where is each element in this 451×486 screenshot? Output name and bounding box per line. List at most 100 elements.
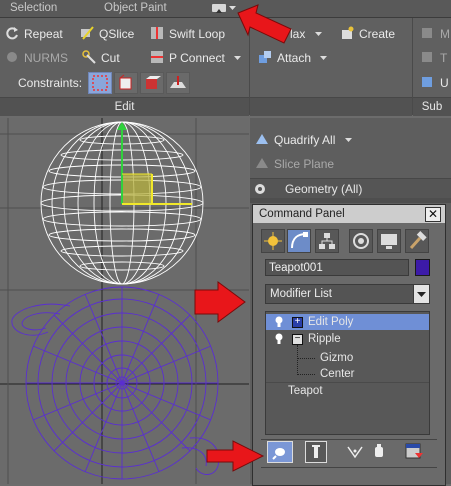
hammer-icon xyxy=(409,231,427,250)
trash-icon xyxy=(375,444,383,457)
lightbulb-icon[interactable] xyxy=(274,333,284,345)
swift-loop-icon xyxy=(151,27,163,39)
swift-loop-button[interactable]: Swift Loop xyxy=(150,24,225,44)
object-color-swatch[interactable] xyxy=(415,259,430,276)
p-connect-icon xyxy=(151,51,163,63)
dropdown-arrow xyxy=(413,285,429,303)
quadrify-icon xyxy=(256,134,268,144)
stack-item-center[interactable]: Center xyxy=(266,366,429,382)
tab-modify[interactable] xyxy=(287,229,311,253)
stack-item-ripple[interactable]: − Ripple xyxy=(266,331,429,347)
cut-label: Cut xyxy=(101,51,120,65)
partial-label-t: T xyxy=(440,51,448,65)
remove-modifier-button[interactable] xyxy=(369,441,389,461)
make-unique-button[interactable] xyxy=(345,441,365,461)
edit-group-label: Edit xyxy=(0,97,249,116)
tab-create[interactable] xyxy=(261,229,285,253)
nurms-label: NURMS xyxy=(24,51,68,65)
partial-button-m[interactable]: M xyxy=(421,24,450,44)
qslice-button[interactable]: QSlice xyxy=(80,24,134,44)
gizmo-label: Gizmo xyxy=(320,352,354,364)
partial-button-u[interactable]: U xyxy=(421,73,449,93)
nurms-icon xyxy=(7,52,17,62)
modifier-list-value: Modifier List xyxy=(270,288,332,300)
teapot-label: Teapot xyxy=(288,385,323,397)
configure-modifier-sets-button[interactable] xyxy=(403,441,425,461)
repeat-icon xyxy=(6,27,18,40)
tab-selection[interactable]: Selection xyxy=(10,2,57,14)
geometry-all-bar[interactable]: Geometry (All) xyxy=(250,178,451,199)
chevron-down-icon xyxy=(234,56,242,60)
ribbon-minimize-button[interactable] xyxy=(212,4,226,13)
repeat-button[interactable]: Repeat xyxy=(5,24,63,44)
ribbon-tab-bar: Selection Object Paint xyxy=(0,0,451,18)
display-icon xyxy=(381,234,397,249)
tab-motion[interactable] xyxy=(349,229,373,253)
tab-hierarchy[interactable] xyxy=(315,229,339,253)
p-connect-button[interactable]: P Connect xyxy=(150,48,242,68)
relax-button[interactable]: lax xyxy=(290,24,323,44)
chevron-up-icon xyxy=(216,9,222,13)
p-connect-label: P Connect xyxy=(169,51,225,65)
command-panel-title: Command Panel xyxy=(259,208,345,220)
pin-icon xyxy=(255,184,265,194)
pin-stack-button[interactable] xyxy=(267,441,293,463)
stack-item-gizmo[interactable]: Gizmo xyxy=(266,350,429,366)
modifier-stack: + Edit Poly − Ripple Gizmo Center Teapot xyxy=(265,311,430,435)
attach-label: Attach xyxy=(277,51,312,65)
perspective-viewport[interactable] xyxy=(0,118,249,484)
geometry-all-label: Geometry (All) xyxy=(285,182,363,196)
tab-display[interactable] xyxy=(377,229,401,253)
close-button[interactable]: ✕ xyxy=(425,207,441,222)
qslice-icon xyxy=(81,26,94,40)
modifier-list-dropdown[interactable]: Modifier List xyxy=(265,284,430,304)
ripple-label: Ripple xyxy=(308,333,341,345)
chevron-down-icon xyxy=(320,56,328,60)
partial-button-t[interactable]: T xyxy=(421,48,447,68)
group-label-blank xyxy=(250,97,412,116)
red-arrow-icon xyxy=(237,4,292,44)
constraint-face-button[interactable] xyxy=(140,72,164,94)
normal-icon xyxy=(170,76,186,88)
quadrify-all-button[interactable]: Quadrify All xyxy=(255,130,353,150)
lightbulb-icon[interactable] xyxy=(274,316,284,328)
cut-icon xyxy=(82,50,96,64)
attach-button[interactable]: Attach xyxy=(258,48,328,68)
command-panel: Command Panel ✕ Teapot001 Modifier List … xyxy=(252,204,446,486)
tab-object-paint[interactable]: Object Paint xyxy=(104,2,167,14)
constraint-edge-button[interactable] xyxy=(114,72,138,94)
nurms-button[interactable]: NURMS xyxy=(5,48,68,68)
constraint-none-button[interactable] xyxy=(88,72,112,94)
object-name-field[interactable]: Teapot001 xyxy=(265,259,409,276)
qslice-label: QSlice xyxy=(99,27,135,41)
make-unique-icon xyxy=(347,446,363,459)
create-button[interactable]: Create xyxy=(340,24,395,44)
stack-item-edit-poly[interactable]: + Edit Poly xyxy=(266,314,429,330)
modify-icon xyxy=(291,232,308,249)
expand-icon[interactable]: + xyxy=(292,317,303,328)
cube-face-icon xyxy=(146,76,161,89)
slice-plane-button[interactable]: Slice Plane xyxy=(255,154,334,174)
pin-icon xyxy=(272,448,285,460)
chevron-down-icon xyxy=(314,32,322,36)
slice-plane-label: Slice Plane xyxy=(274,157,335,171)
divider xyxy=(261,439,437,440)
constraint-normal-button[interactable] xyxy=(166,72,190,94)
create-icon xyxy=(342,26,354,39)
center-label: Center xyxy=(320,368,355,380)
motion-icon xyxy=(353,233,369,249)
cube-edge-icon xyxy=(119,74,132,90)
divider xyxy=(261,467,437,468)
command-panel-titlebar[interactable]: Command Panel ✕ xyxy=(253,205,445,223)
tool-icon xyxy=(422,52,432,62)
cut-button[interactable]: Cut xyxy=(82,48,120,68)
show-end-result-button[interactable] xyxy=(305,441,327,463)
teapot-wireframe[interactable] xyxy=(11,286,220,480)
tool-icon xyxy=(422,28,432,38)
repeat-label: Repeat xyxy=(24,27,63,41)
stack-item-teapot[interactable]: Teapot xyxy=(266,382,429,399)
red-arrow-icon xyxy=(206,440,265,472)
configure-icon xyxy=(405,443,423,459)
collapse-icon[interactable]: − xyxy=(292,334,303,345)
tab-utilities[interactable] xyxy=(405,229,429,253)
